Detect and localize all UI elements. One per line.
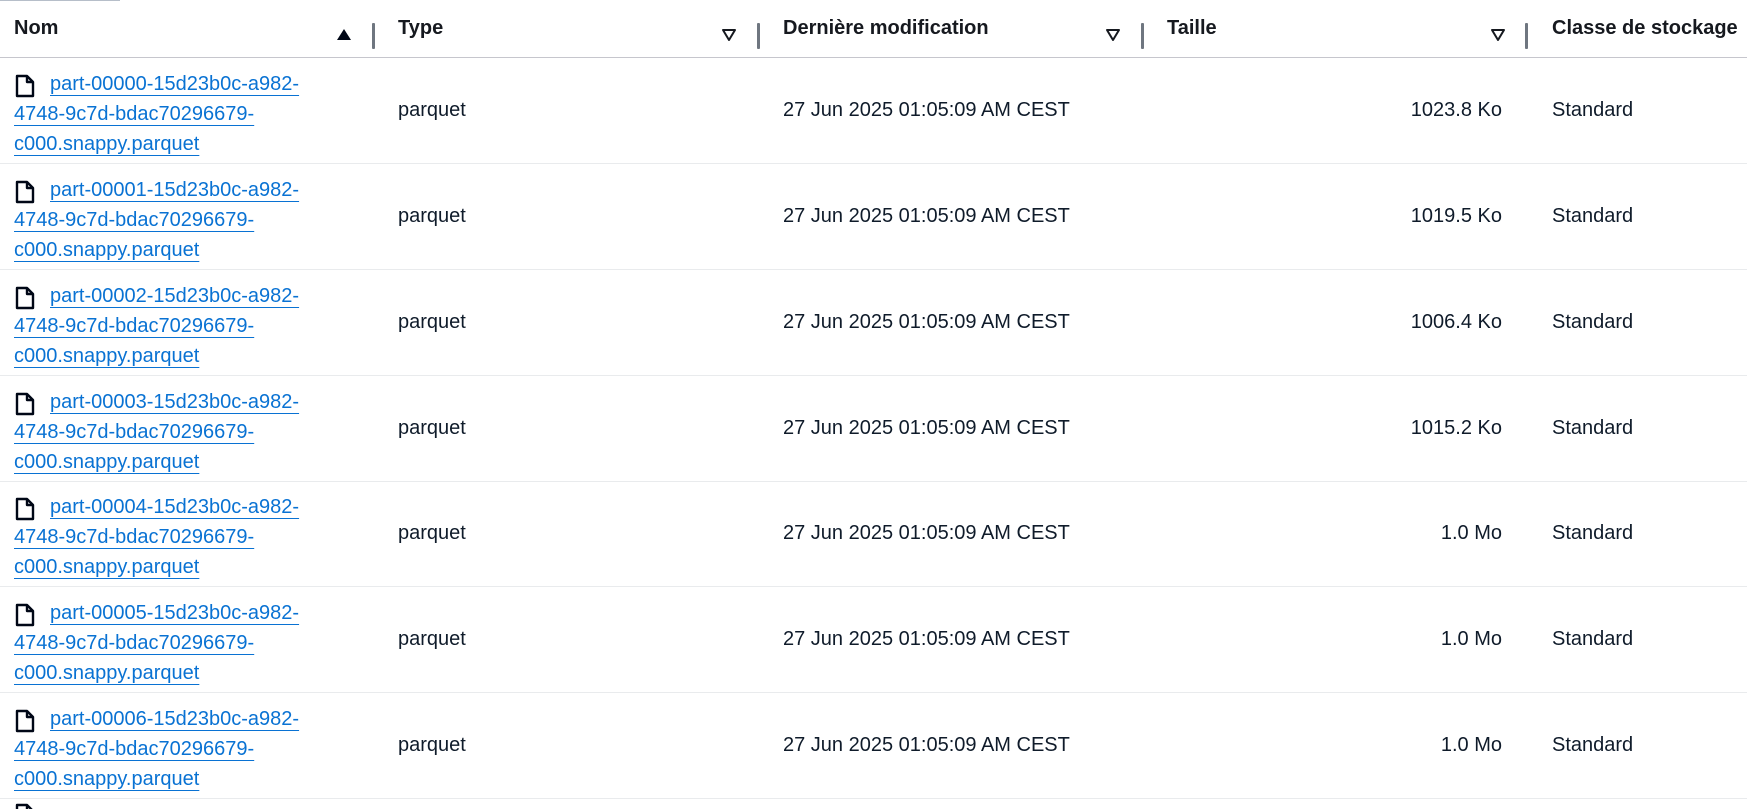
object-name-line: part-00002-15d23b0c-a982- <box>50 285 300 307</box>
object-size: 1019.5 Ko <box>1410 205 1502 227</box>
column-resizer[interactable] <box>372 23 375 49</box>
object-name-cell: part-00003-15d23b0c-a982- 4748-9c7d-bdac… <box>14 387 354 477</box>
object-size: 1.0 Mo <box>1440 628 1502 650</box>
table-row: part-00003-15d23b0c-a982- 4748-9c7d-bdac… <box>0 376 1747 482</box>
object-name-link[interactable]: part-00002-15d23b0c-a982- 4748-9c7d-bdac… <box>14 281 354 371</box>
last-modified: 27 Jun 2025 01:05:09 AM CEST <box>783 628 1070 650</box>
column-header-type-label: Type <box>398 17 444 39</box>
last-modified: 27 Jun 2025 01:05:09 AM CEST <box>783 734 1070 756</box>
column-header-size-label: Taille <box>1167 17 1217 39</box>
object-size: 1.0 Mo <box>1440 734 1502 756</box>
object-type: parquet <box>398 522 466 544</box>
object-name-line: 4748-9c7d-bdac70296679- <box>14 421 255 443</box>
table-row: part-00005-15d23b0c-a982- 4748-9c7d-bdac… <box>0 587 1747 693</box>
column-header-name-label: Nom <box>14 17 59 39</box>
object-size: 1.0 Mo <box>1440 522 1502 544</box>
object-size: 1023.8 Ko <box>1410 99 1502 121</box>
object-name-link[interactable]: part-00003-15d23b0c-a982- 4748-9c7d-bdac… <box>14 387 354 477</box>
sort-ascending-icon[interactable] <box>335 27 353 43</box>
object-name-cell: part-00001-15d23b0c-a982- 4748-9c7d-bdac… <box>14 175 354 265</box>
object-name-line: 4748-9c7d-bdac70296679- <box>14 526 255 548</box>
last-modified: 27 Jun 2025 01:05:09 AM CEST <box>783 205 1070 227</box>
object-size: 1006.4 Ko <box>1410 311 1502 333</box>
file-icon <box>14 709 36 733</box>
column-resizer[interactable] <box>1525 23 1528 49</box>
file-icon <box>14 803 36 809</box>
object-name-line: c000.snappy.parquet <box>14 133 200 155</box>
object-name-line: c000.snappy.parquet <box>14 768 200 790</box>
file-icon <box>14 74 36 98</box>
file-icon <box>14 603 36 627</box>
table-row: part-00006-15d23b0c-a982- 4748-9c7d-bdac… <box>0 693 1747 799</box>
storage-class: Standard <box>1552 628 1634 650</box>
object-name-line: 4748-9c7d-bdac70296679- <box>14 103 255 125</box>
object-name-line: part-00000-15d23b0c-a982- <box>50 73 300 95</box>
column-header-name[interactable]: Nom <box>14 0 58 57</box>
object-name-line: c000.snappy.parquet <box>14 239 200 261</box>
object-name-link[interactable]: part-00006-15d23b0c-a982- 4748-9c7d-bdac… <box>14 704 354 794</box>
object-name-line: part-00001-15d23b0c-a982- <box>50 179 300 201</box>
object-name-link[interactable]: part-00004-15d23b0c-a982- 4748-9c7d-bdac… <box>14 492 354 582</box>
object-name-line: 4748-9c7d-bdac70296679- <box>14 209 255 231</box>
object-name-line: 4748-9c7d-bdac70296679- <box>14 315 255 337</box>
object-name-link[interactable]: part-00000-15d23b0c-a982- 4748-9c7d-bdac… <box>14 69 354 159</box>
object-type: parquet <box>398 311 466 333</box>
object-name-line: part-00003-15d23b0c-a982- <box>50 391 300 413</box>
column-resizer[interactable] <box>1141 23 1144 49</box>
object-name-cell: part-00000-15d23b0c-a982- 4748-9c7d-bdac… <box>14 69 354 159</box>
object-name-cell: part-00004-15d23b0c-a982- 4748-9c7d-bdac… <box>14 492 354 582</box>
object-name-line: part-00006-15d23b0c-a982- <box>50 708 300 730</box>
object-size: 1015.2 Ko <box>1410 417 1502 439</box>
object-name-cell: part-00002-15d23b0c-a982- 4748-9c7d-bdac… <box>14 281 354 371</box>
storage-class: Standard <box>1552 734 1634 756</box>
table-row: part-00000-15d23b0c-a982- 4748-9c7d-bdac… <box>0 58 1747 164</box>
sort-caret-down-icon[interactable] <box>720 27 738 43</box>
object-name-link[interactable]: part-00001-15d23b0c-a982- 4748-9c7d-bdac… <box>14 175 354 265</box>
object-name-line: c000.snappy.parquet <box>14 662 200 684</box>
storage-class: Standard <box>1552 522 1634 544</box>
table-row: part-00002-15d23b0c-a982- 4748-9c7d-bdac… <box>0 270 1747 376</box>
storage-class: Standard <box>1552 99 1634 121</box>
table-row: part-00004-15d23b0c-a982- 4748-9c7d-bdac… <box>0 481 1747 587</box>
file-icon <box>14 180 36 204</box>
column-header-storage-class-label: Classe de stockage <box>1552 17 1738 39</box>
storage-class: Standard <box>1552 205 1634 227</box>
column-resizer[interactable] <box>757 23 760 49</box>
table-row: part-00001-15d23b0c-a982- 4748-9c7d-bdac… <box>0 164 1747 270</box>
file-icon <box>14 497 36 521</box>
object-name-cell: part-00006-15d23b0c-a982- 4748-9c7d-bdac… <box>14 704 354 794</box>
sort-caret-down-icon[interactable] <box>1104 27 1122 43</box>
object-name-cell: part-00005-15d23b0c-a982- 4748-9c7d-bdac… <box>14 598 354 688</box>
column-header-storage-class[interactable]: Classe de stockage <box>1552 0 1738 57</box>
file-icon <box>14 286 36 310</box>
column-header-modified-label: Dernière modification <box>783 17 989 39</box>
last-modified: 27 Jun 2025 01:05:09 AM CEST <box>783 311 1070 333</box>
file-icon <box>14 392 36 416</box>
object-name-line: 4748-9c7d-bdac70296679- <box>14 632 255 654</box>
storage-class: Standard <box>1552 311 1634 333</box>
object-name-line: c000.snappy.parquet <box>14 345 200 367</box>
storage-class: Standard <box>1552 417 1634 439</box>
object-name-line: 4748-9c7d-bdac70296679- <box>14 738 255 760</box>
object-type: parquet <box>398 417 466 439</box>
table-header: Nom Type Dernière modification Taille Cl… <box>0 0 1747 58</box>
object-type: parquet <box>398 205 466 227</box>
last-modified: 27 Jun 2025 01:05:09 AM CEST <box>783 417 1070 439</box>
object-name-link[interactable]: part-00005-15d23b0c-a982- 4748-9c7d-bdac… <box>14 598 354 688</box>
last-modified: 27 Jun 2025 01:05:09 AM CEST <box>783 522 1070 544</box>
column-header-type[interactable]: Type <box>398 0 443 57</box>
object-type: parquet <box>398 734 466 756</box>
object-name-line: part-00004-15d23b0c-a982- <box>50 496 300 518</box>
object-type: parquet <box>398 99 466 121</box>
last-modified: 27 Jun 2025 01:05:09 AM CEST <box>783 99 1070 121</box>
sort-caret-down-icon[interactable] <box>1489 27 1507 43</box>
column-header-modified[interactable]: Dernière modification <box>783 0 989 57</box>
object-type: parquet <box>398 628 466 650</box>
object-name-line: c000.snappy.parquet <box>14 556 200 578</box>
column-header-size[interactable]: Taille <box>1167 0 1217 57</box>
object-name-line: part-00005-15d23b0c-a982- <box>50 602 300 624</box>
object-name-line: c000.snappy.parquet <box>14 451 200 473</box>
